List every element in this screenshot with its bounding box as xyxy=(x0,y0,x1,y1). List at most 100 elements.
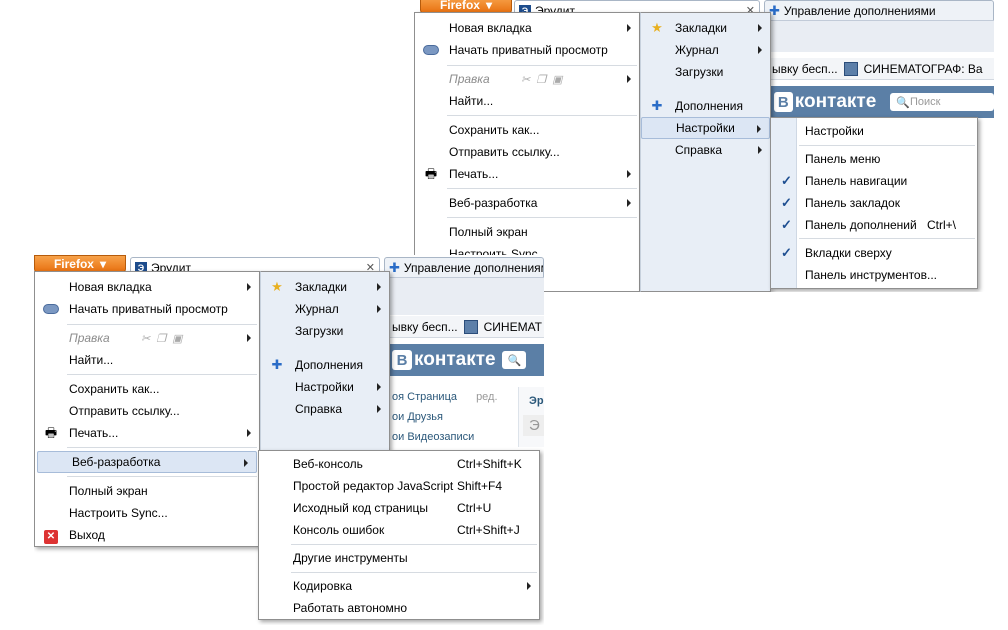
menu-item-save-as[interactable]: Сохранить как... xyxy=(35,378,259,400)
vk-link-edit[interactable]: ред. xyxy=(476,391,497,403)
menu-separator xyxy=(291,544,537,545)
star-icon: ★ xyxy=(271,279,283,294)
menu-item-web-console[interactable]: Веб-консоль Ctrl+Shift+K xyxy=(259,453,539,475)
menu-item-history[interactable]: Журнал xyxy=(261,298,389,320)
menu-item-settings[interactable]: Настройки xyxy=(641,117,770,139)
menu-item-web-developer[interactable]: Веб-разработка xyxy=(415,192,639,214)
shortcut-label: Shift+F4 xyxy=(457,479,503,493)
webdev-submenu: Веб-консоль Ctrl+Shift+K Простой редактор… xyxy=(258,450,540,620)
menu-item-other-tools[interactable]: Другие инструменты xyxy=(259,547,539,569)
bookmarks-toolbar: ывку бесп... СИНЕМАТ xyxy=(390,316,544,338)
menu-item-scratchpad[interactable]: Простой редактор JavaScript Shift+F4 xyxy=(259,475,539,497)
menu-item-downloads[interactable]: Загрузки xyxy=(641,61,770,83)
scissors-icon: ✂ xyxy=(141,332,151,345)
bookmark-item[interactable]: СИНЕМАТ xyxy=(484,320,542,334)
vk-header: В контакте 🔍 xyxy=(390,344,544,376)
menu-item-fullscreen[interactable]: Полный экран xyxy=(35,480,259,502)
menu-item-addons[interactable]: ✚ Дополнения xyxy=(261,354,389,376)
vk-content-column: Эр Э xyxy=(518,387,544,447)
submenu-arrow-icon xyxy=(758,146,762,154)
tab-title: Управление дополнениями xyxy=(403,260,544,275)
menu-item-exit[interactable]: ✕ Выход xyxy=(35,524,259,546)
menu-item-bookmarks[interactable]: ★ Закладки xyxy=(261,276,389,298)
firefox-main-menu-right: ★ Закладки Журнал Загрузки ✚ Дополнения На… xyxy=(640,12,771,292)
menu-item-customize-toolbar[interactable]: Панель инструментов... xyxy=(771,264,977,286)
shortcut-label: Ctrl+U xyxy=(457,501,492,515)
vk-search-input[interactable]: 🔍 xyxy=(501,351,526,369)
menu-separator xyxy=(799,238,975,239)
menu-item-error-console[interactable]: Консоль ошибок Ctrl+Shift+J xyxy=(259,519,539,541)
submenu-arrow-icon xyxy=(377,305,381,313)
vk-link-videos[interactable]: ои Видеозаписи xyxy=(392,427,498,447)
menu-item-options[interactable]: Настройки xyxy=(771,120,977,142)
bookmark-item[interactable]: ывку бесп... xyxy=(392,320,458,334)
menu-item-addons[interactable]: ✚ Дополнения xyxy=(641,95,770,117)
checkmark-icon: ✓ xyxy=(781,217,792,232)
settings-submenu: Настройки Панель меню ✓ Панель навигации … xyxy=(770,117,978,289)
firefox-button-label: Firefox xyxy=(439,0,480,12)
edit-icons: ✂ ❐ ▣ xyxy=(521,73,563,86)
bookmark-item[interactable]: ывку бесп... xyxy=(772,62,838,76)
menu-item-menu-bar[interactable]: Панель меню xyxy=(771,148,977,170)
vk-logo-icon: В xyxy=(774,92,793,112)
menu-item-print[interactable]: 🖶 Печать... xyxy=(415,163,639,185)
submenu-arrow-icon xyxy=(377,383,381,391)
menu-item-sync[interactable]: Настроить Sync... xyxy=(35,502,259,524)
menu-item-send-link[interactable]: Отправить ссылку... xyxy=(415,141,639,163)
submenu-arrow-icon xyxy=(377,405,381,413)
mask-icon xyxy=(423,43,439,57)
screenshot-settings-menu: Firefox ▾ Э Эрудит ✕ ✚ Управление дополне… xyxy=(414,0,994,292)
menu-item-find[interactable]: Найти... xyxy=(415,90,639,112)
checkmark-icon: ✓ xyxy=(781,173,792,188)
firefox-main-menu-left: Новая вкладка Начать приватный просмотр … xyxy=(414,12,640,292)
menu-item-downloads[interactable]: Загрузки xyxy=(261,320,389,342)
submenu-arrow-icon xyxy=(627,170,631,178)
menu-item-new-tab[interactable]: Новая вкладка xyxy=(35,276,259,298)
menu-item-find[interactable]: Найти... xyxy=(35,349,259,371)
menu-item-encoding[interactable]: Кодировка xyxy=(259,575,539,597)
menu-item-help[interactable]: Справка xyxy=(641,139,770,161)
submenu-arrow-icon xyxy=(247,334,251,342)
menu-separator xyxy=(447,115,637,116)
edit-icons: ✂ ❐ ▣ xyxy=(141,332,183,345)
menu-item-send-link[interactable]: Отправить ссылку... xyxy=(35,400,259,422)
scissors-icon: ✂ xyxy=(521,73,531,86)
shortcut-label: Ctrl+Shift+J xyxy=(457,523,520,537)
submenu-arrow-icon xyxy=(627,75,631,83)
menu-item-save-as[interactable]: Сохранить как... xyxy=(415,119,639,141)
menu-item-help[interactable]: Справка xyxy=(261,398,389,420)
menu-item-edit: Правка ✂ ❐ ▣ xyxy=(415,68,639,90)
menu-item-page-source[interactable]: Исходный код страницы Ctrl+U xyxy=(259,497,539,519)
tab-addons[interactable]: ✚ Управление дополнениями xyxy=(384,257,544,277)
submenu-arrow-icon xyxy=(757,125,761,133)
menu-separator xyxy=(67,476,257,477)
menu-item-new-tab[interactable]: Новая вкладка xyxy=(415,17,639,39)
menu-item-private-browsing[interactable]: Начать приватный просмотр xyxy=(35,298,259,320)
vk-sidebar-links: оя Страница ред. ои Друзья ои Видеозапис… xyxy=(392,387,498,447)
menu-item-web-developer[interactable]: Веб-разработка xyxy=(37,451,257,473)
menu-item-private-browsing[interactable]: Начать приватный просмотр xyxy=(415,39,639,61)
tab-addons[interactable]: ✚ Управление дополнениями xyxy=(764,0,994,20)
submenu-arrow-icon xyxy=(377,283,381,291)
menu-item-work-offline[interactable]: Работать автономно xyxy=(259,597,539,619)
menu-separator xyxy=(67,447,257,448)
menu-item-bookmarks-bar[interactable]: ✓ Панель закладок xyxy=(771,192,977,214)
vk-link-my-page[interactable]: оя Страница xyxy=(392,391,457,403)
firefox-button-label: Firefox xyxy=(53,257,94,271)
vk-search-placeholder: Поиск xyxy=(910,96,941,108)
menu-item-navigation-bar[interactable]: ✓ Панель навигации xyxy=(771,170,977,192)
menu-item-history[interactable]: Журнал xyxy=(641,39,770,61)
menu-item-addon-bar[interactable]: ✓ Панель дополнений Ctrl+\ xyxy=(771,214,977,236)
vk-header: В контакте 🔍 Поиск xyxy=(770,86,994,118)
menu-item-print[interactable]: 🖶 Печать... xyxy=(35,422,259,444)
shortcut-label: Ctrl+\ xyxy=(927,218,957,232)
mask-icon xyxy=(43,302,59,316)
menu-item-fullscreen[interactable]: Полный экран xyxy=(415,221,639,243)
vk-link-friends[interactable]: ои Друзья xyxy=(392,407,498,427)
exit-icon: ✕ xyxy=(43,528,59,544)
menu-item-settings[interactable]: Настройки xyxy=(261,376,389,398)
menu-item-bookmarks[interactable]: ★ Закладки xyxy=(641,17,770,39)
bookmark-item[interactable]: СИНЕМАТОГРАФ: Ва xyxy=(864,62,983,76)
vk-search-input[interactable]: 🔍 Поиск xyxy=(890,93,994,111)
menu-item-tabs-on-top[interactable]: ✓ Вкладки сверху xyxy=(771,242,977,264)
